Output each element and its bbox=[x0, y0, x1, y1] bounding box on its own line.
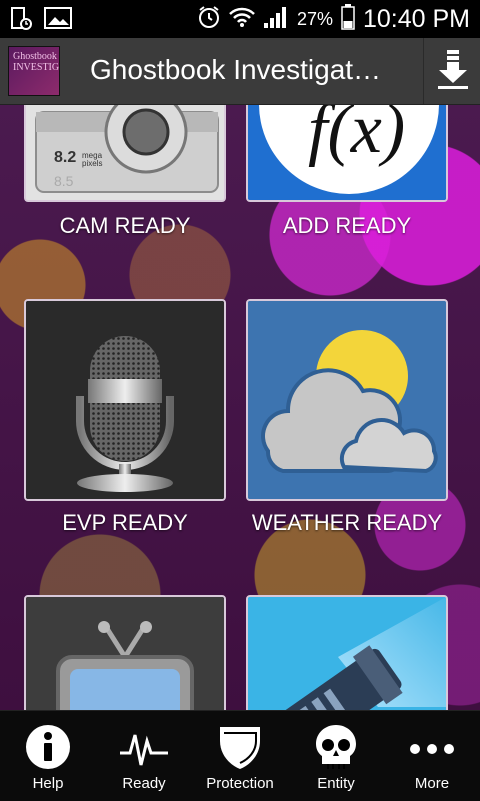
weather-ready-label: WEATHER READY bbox=[251, 510, 443, 535]
status-bar: 27% 10:40 PM bbox=[0, 0, 480, 38]
weather-tile[interactable] bbox=[246, 299, 448, 501]
action-bar: Ghostbook INVESTIGATOR Ghostbook Investi… bbox=[0, 38, 480, 105]
gallery-notification-icon bbox=[44, 6, 72, 37]
tab-ready[interactable]: Ready bbox=[96, 711, 192, 801]
tab-more-label: More bbox=[414, 775, 450, 792]
flashlight-icon bbox=[248, 597, 446, 710]
tab-protection[interactable]: Protection bbox=[192, 711, 288, 801]
app-logo-text: Ghostbook INVESTIGATOR bbox=[13, 51, 60, 73]
evp-tile[interactable] bbox=[24, 299, 226, 501]
sim-notification-icon bbox=[10, 6, 32, 37]
page-title: Ghostbook Investigat… bbox=[90, 54, 382, 85]
info-icon bbox=[24, 723, 72, 771]
pulse-icon bbox=[120, 723, 168, 771]
download-icon bbox=[436, 50, 470, 95]
add-ready-label: ADD READY bbox=[282, 213, 412, 238]
add-tile[interactable]: f(x) bbox=[246, 105, 448, 202]
tv-tile[interactable] bbox=[24, 595, 226, 710]
tab-entity[interactable]: Entity bbox=[288, 711, 384, 801]
tv-icon bbox=[26, 597, 224, 710]
camera-icon: 8.2 mega pixels 8.5 bbox=[26, 105, 224, 200]
tab-ready-label: Ready bbox=[122, 775, 166, 792]
tool-grid: 8.2 mega pixels 8.5 CAM READY f(x) ADD R… bbox=[0, 105, 480, 710]
flashlight-tile[interactable] bbox=[246, 595, 448, 710]
download-button[interactable] bbox=[423, 38, 480, 104]
signal-icon bbox=[263, 5, 289, 34]
formula-icon: f(x) bbox=[248, 105, 446, 200]
svg-text:pixels: pixels bbox=[82, 159, 102, 168]
weather-icon bbox=[248, 301, 446, 499]
formula-text: f(x) bbox=[308, 105, 405, 168]
clock: 10:40 PM bbox=[362, 5, 470, 33]
app-logo[interactable]: Ghostbook INVESTIGATOR bbox=[8, 46, 60, 96]
cam-tile[interactable]: 8.2 mega pixels 8.5 bbox=[24, 105, 226, 202]
tab-help-label: Help bbox=[32, 775, 64, 792]
svg-text:8.5: 8.5 bbox=[54, 173, 74, 189]
tab-more[interactable]: More bbox=[384, 711, 480, 801]
microphone-icon bbox=[26, 301, 224, 499]
skull-icon bbox=[312, 723, 360, 771]
shield-icon bbox=[216, 723, 264, 771]
wifi-icon bbox=[229, 6, 255, 33]
battery-percent: 27% bbox=[296, 9, 333, 29]
tab-protection-label: Protection bbox=[206, 775, 274, 792]
evp-ready-label: EVP READY bbox=[62, 510, 188, 535]
cam-ready-label: CAM READY bbox=[59, 213, 191, 238]
bottom-nav: Help Ready Protection Entity More bbox=[0, 710, 480, 801]
battery-icon bbox=[341, 4, 355, 35]
more-icon bbox=[408, 723, 456, 771]
alarm-icon bbox=[197, 5, 221, 34]
tab-help[interactable]: Help bbox=[0, 711, 96, 801]
svg-text:8.2: 8.2 bbox=[54, 149, 76, 166]
tab-entity-label: Entity bbox=[317, 775, 355, 792]
